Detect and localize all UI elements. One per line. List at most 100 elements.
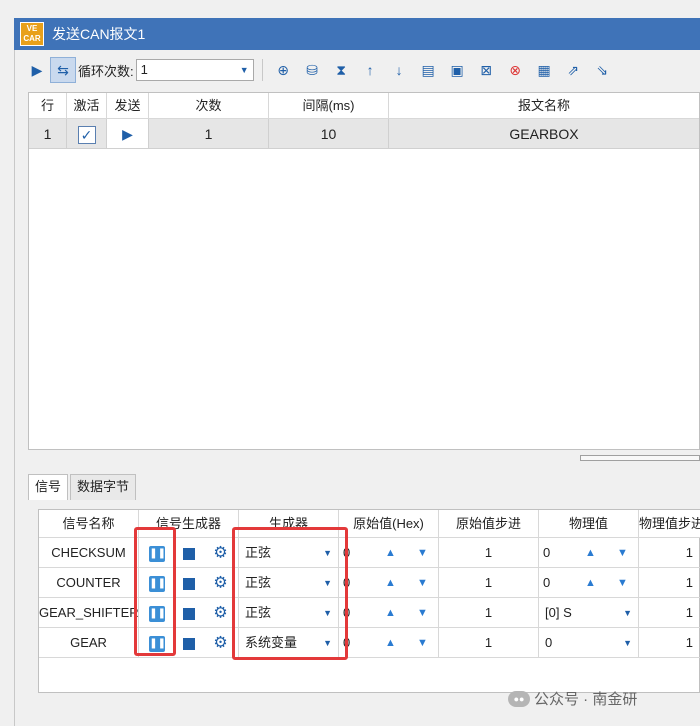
horizontal-scrollbar[interactable] — [580, 455, 700, 461]
raw-hex-value[interactable]: 0 — [343, 628, 350, 658]
hourglass-icon[interactable]: ⧗ — [329, 57, 354, 83]
signal-generator-cell: ❚❚ ⚙ — [139, 598, 239, 628]
raw-hex-cell: 0 ▲ ▼ — [339, 538, 439, 568]
gear-icon[interactable]: ⚙ — [213, 575, 227, 592]
delete-icon[interactable]: ⊠ — [474, 57, 499, 83]
table-row[interactable]: GEAR ❚❚ ⚙ 系统变量 ▼ 0 ▲ ▼ 1 0 ▼ 1 — [39, 628, 700, 658]
loop-count-select[interactable]: 1 ▼ — [135, 59, 254, 81]
increment-icon[interactable]: ▲ — [385, 628, 396, 658]
interval-cell[interactable]: 10 — [269, 119, 389, 149]
decrement-icon[interactable]: ▼ — [417, 538, 428, 568]
database-add-icon[interactable]: ⛁ — [300, 57, 325, 83]
physical-value[interactable]: 0 — [543, 538, 550, 568]
toolbar-divider — [261, 59, 263, 81]
increment-icon[interactable]: ▲ — [385, 568, 396, 598]
physical-value: [0] S — [545, 605, 572, 620]
gear-icon[interactable]: ⚙ — [213, 605, 227, 622]
stop-icon[interactable] — [183, 547, 196, 560]
physical-value[interactable]: 0 — [543, 568, 550, 598]
gear-icon[interactable]: ⚙ — [213, 545, 227, 562]
increment-icon[interactable]: ▲ — [385, 598, 396, 628]
pause-icon[interactable]: ❚❚ — [149, 605, 166, 622]
signal-generator-cell: ❚❚ ⚙ — [139, 628, 239, 658]
toolbar: ▶ ⇆ 循环次数: 1 ▼ ⊕ ⛁ ⧗ ↑ ↓ ▤ ▣ ⊠ ⊗ ▦ ⇗ ⇘ — [24, 57, 615, 83]
raw-step-cell[interactable]: 1 — [439, 628, 539, 658]
physical-cell: 0 ▲ ▼ — [539, 568, 639, 598]
physical-step-cell[interactable]: 1 — [639, 538, 700, 568]
raw-step-cell[interactable]: 1 — [439, 538, 539, 568]
physical-value: 0 — [545, 635, 553, 650]
column-header-generator: 生成器 — [239, 510, 339, 538]
physical-step-cell[interactable]: 1 — [639, 628, 700, 658]
column-header-send: 发送 — [107, 93, 149, 119]
column-header-signal-name: 信号名称 — [39, 510, 139, 538]
raw-step-cell[interactable]: 1 — [439, 598, 539, 628]
raw-hex-cell: 0 ▲ ▼ — [339, 568, 439, 598]
column-header-signal-generator: 信号生成器 — [139, 510, 239, 538]
add-icon[interactable]: ⊕ — [271, 57, 296, 83]
chevron-down-icon: ▼ — [323, 638, 332, 648]
loop-toggle-icon[interactable]: ⇆ — [50, 57, 76, 83]
decrement-icon[interactable]: ▼ — [417, 628, 428, 658]
tab-bar: 信号 数据字节 — [28, 474, 138, 500]
export-icon[interactable]: ⇗ — [561, 57, 586, 83]
stop-icon[interactable] — [183, 607, 196, 620]
generator-value: 系统变量 — [245, 635, 298, 650]
wechat-icon: ●● — [508, 690, 530, 707]
loop-count-label: 循环次数: — [78, 63, 134, 79]
decrement-icon[interactable]: ▼ — [617, 538, 628, 568]
paste-icon[interactable]: ▣ — [445, 57, 470, 83]
table-row[interactable]: COUNTER ❚❚ ⚙ 正弦 ▼ 0 ▲ ▼ 1 0 ▲ ▼ 1 — [39, 568, 700, 598]
physical-select[interactable]: 0 ▼ — [539, 628, 639, 658]
tab-signals[interactable]: 信号 — [28, 474, 69, 500]
raw-hex-value[interactable]: 0 — [343, 568, 350, 598]
column-header-raw-hex: 原始值(Hex) — [339, 510, 439, 538]
stop-icon[interactable] — [183, 637, 196, 650]
chevron-down-icon: ▼ — [623, 608, 632, 618]
pause-icon[interactable]: ❚❚ — [149, 635, 166, 652]
table-row[interactable]: CHECKSUM ❚❚ ⚙ 正弦 ▼ 0 ▲ ▼ 1 0 ▲ ▼ 1 — [39, 538, 700, 568]
watermark: ●● 公众号 · 南金研 — [508, 688, 637, 709]
raw-step-cell[interactable]: 1 — [439, 568, 539, 598]
raw-hex-value[interactable]: 0 — [343, 598, 350, 628]
generator-select[interactable]: 正弦 ▼ — [239, 538, 339, 568]
active-checkbox[interactable]: ✓ — [77, 126, 96, 145]
message-name-cell[interactable]: GEARBOX — [389, 119, 699, 149]
column-header-count: 次数 — [149, 93, 269, 119]
play-icon[interactable]: ▶ — [24, 57, 50, 83]
tab-data-bytes[interactable]: 数据字节 — [70, 474, 137, 500]
gear-icon[interactable]: ⚙ — [213, 635, 227, 652]
physical-step-cell[interactable]: 1 — [639, 598, 700, 628]
generator-select[interactable]: 正弦 ▼ — [239, 568, 339, 598]
increment-icon[interactable]: ▲ — [385, 538, 396, 568]
arrow-up-icon[interactable]: ↑ — [358, 57, 383, 83]
chevron-down-icon: ▼ — [239, 65, 249, 75]
send-play-icon[interactable]: ▶ — [122, 126, 133, 142]
physical-select[interactable]: [0] S ▼ — [539, 598, 639, 628]
count-cell[interactable]: 1 — [149, 119, 269, 149]
copy-icon[interactable]: ▤ — [416, 57, 441, 83]
loop-count-value: 1 — [140, 62, 148, 77]
increment-icon[interactable]: ▲ — [585, 538, 596, 568]
import-icon[interactable]: ⇘ — [590, 57, 615, 83]
pause-icon[interactable]: ❚❚ — [149, 545, 166, 562]
stop-icon[interactable] — [183, 577, 196, 590]
increment-icon[interactable]: ▲ — [585, 568, 596, 598]
decrement-icon[interactable]: ▼ — [617, 568, 628, 598]
table-row[interactable]: GEAR_SHIFTER ❚❚ ⚙ 正弦 ▼ 0 ▲ ▼ 1 [0] S ▼ 1 — [39, 598, 700, 628]
raw-hex-cell: 0 ▲ ▼ — [339, 628, 439, 658]
arrow-down-icon[interactable]: ↓ — [387, 57, 412, 83]
generator-select[interactable]: 系统变量 ▼ — [239, 628, 339, 658]
generator-select[interactable]: 正弦 ▼ — [239, 598, 339, 628]
clear-icon[interactable]: ⊗ — [503, 57, 528, 83]
column-header-physical-step: 物理值步进 — [639, 510, 700, 538]
generator-value: 正弦 — [245, 545, 272, 560]
decrement-icon[interactable]: ▼ — [417, 598, 428, 628]
pause-icon[interactable]: ❚❚ — [149, 575, 166, 592]
physical-step-cell[interactable]: 1 — [639, 568, 700, 598]
generator-value: 正弦 — [245, 605, 272, 620]
save-icon[interactable]: ▦ — [532, 57, 557, 83]
decrement-icon[interactable]: ▼ — [417, 568, 428, 598]
column-header-row: 行 — [29, 93, 67, 119]
raw-hex-value[interactable]: 0 — [343, 538, 350, 568]
